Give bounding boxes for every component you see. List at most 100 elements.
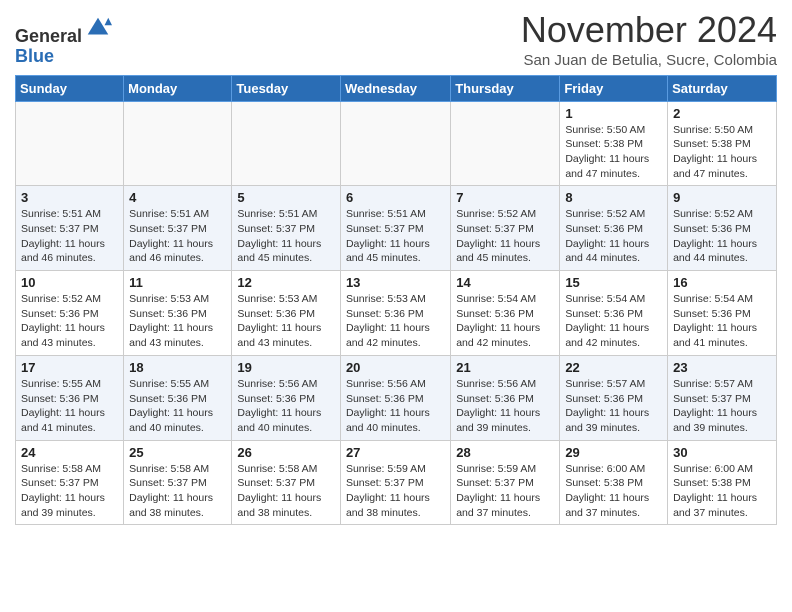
calendar-cell: 6 Sunrise: 5:51 AM Sunset: 5:37 PM Daylig… (340, 186, 450, 271)
day-info: Sunrise: 5:57 AM Sunset: 5:36 PM Dayligh… (565, 377, 662, 436)
calendar-cell: 29Sunrise: 6:00 AM Sunset: 5:38 PM Dayli… (560, 440, 668, 525)
page-header: General Blue November 2024 San Juan de B… (15, 10, 777, 69)
day-header-sunday: Sunday (16, 75, 124, 101)
day-info: Sunrise: 5:52 AM Sunset: 5:36 PM Dayligh… (565, 207, 662, 266)
day-number: 7 (456, 190, 554, 205)
logo: General Blue (15, 14, 112, 67)
calendar-cell: 7Sunrise: 5:52 AM Sunset: 5:37 PM Daylig… (451, 186, 560, 271)
day-number: 12 (237, 275, 335, 290)
day-number: 18 (129, 360, 226, 375)
calendar-cell: 30Sunrise: 6:00 AM Sunset: 5:38 PM Dayli… (668, 440, 777, 525)
calendar-cell (340, 101, 450, 186)
calendar-cell: 20 Sunrise: 5:56 AM Sunset: 5:36 PM Dayli… (340, 355, 450, 440)
calendar-cell: 23Sunrise: 5:57 AM Sunset: 5:37 PM Dayli… (668, 355, 777, 440)
day-info: Sunrise: 5:53 AM Sunset: 5:36 PM Dayligh… (346, 292, 445, 351)
day-info: Sunrise: 5:50 AM Sunset: 5:38 PM Dayligh… (673, 123, 771, 182)
day-info: Sunrise: 5:51 AM Sunset: 5:37 PM Dayligh… (129, 207, 226, 266)
day-info: Sunrise: 5:51 AM Sunset: 5:37 PM Dayligh… (346, 207, 445, 266)
calendar-cell: 12 Sunrise: 5:53 AM Sunset: 5:36 PM Dayli… (232, 271, 341, 356)
calendar-cell (451, 101, 560, 186)
day-info: Sunrise: 5:56 AM Sunset: 5:36 PM Dayligh… (456, 377, 554, 436)
week-row-1: 1Sunrise: 5:50 AM Sunset: 5:38 PM Daylig… (16, 101, 777, 186)
day-info: Sunrise: 5:54 AM Sunset: 5:36 PM Dayligh… (565, 292, 662, 351)
month-year-title: November 2024 (521, 10, 777, 50)
day-info: Sunrise: 5:53 AM Sunset: 5:36 PM Dayligh… (237, 292, 335, 351)
day-info: Sunrise: 5:58 AM Sunset: 5:37 PM Dayligh… (21, 462, 118, 521)
day-number: 17 (21, 360, 118, 375)
calendar-cell: 14 Sunrise: 5:54 AM Sunset: 5:36 PM Dayli… (451, 271, 560, 356)
day-number: 13 (346, 275, 445, 290)
day-number: 14 (456, 275, 554, 290)
calendar-cell: 22Sunrise: 5:57 AM Sunset: 5:36 PM Dayli… (560, 355, 668, 440)
day-info: Sunrise: 5:51 AM Sunset: 5:37 PM Dayligh… (21, 207, 118, 266)
week-row-5: 24Sunrise: 5:58 AM Sunset: 5:37 PM Dayli… (16, 440, 777, 525)
day-number: 2 (673, 106, 771, 121)
day-number: 20 (346, 360, 445, 375)
day-number: 8 (565, 190, 662, 205)
day-info: Sunrise: 5:54 AM Sunset: 5:36 PM Dayligh… (456, 292, 554, 351)
day-header-saturday: Saturday (668, 75, 777, 101)
calendar-cell: 24Sunrise: 5:58 AM Sunset: 5:37 PM Dayli… (16, 440, 124, 525)
week-row-4: 17 Sunrise: 5:55 AM Sunset: 5:36 PM Dayli… (16, 355, 777, 440)
calendar-body: 1Sunrise: 5:50 AM Sunset: 5:38 PM Daylig… (16, 101, 777, 525)
calendar-header: SundayMondayTuesdayWednesdayThursdayFrid… (16, 75, 777, 101)
calendar-cell: 19 Sunrise: 5:56 AM Sunset: 5:36 PM Dayli… (232, 355, 341, 440)
calendar-cell: 28 Sunrise: 5:59 AM Sunset: 5:37 PM Dayli… (451, 440, 560, 525)
day-number: 25 (129, 445, 226, 460)
day-info: Sunrise: 5:57 AM Sunset: 5:37 PM Dayligh… (673, 377, 771, 436)
day-header-thursday: Thursday (451, 75, 560, 101)
day-number: 3 (21, 190, 118, 205)
day-number: 27 (346, 445, 445, 460)
logo-blue: Blue (15, 46, 54, 66)
day-number: 21 (456, 360, 554, 375)
day-number: 19 (237, 360, 335, 375)
calendar-cell: 26 Sunrise: 5:58 AM Sunset: 5:37 PM Dayli… (232, 440, 341, 525)
calendar-cell: 10 Sunrise: 5:52 AM Sunset: 5:36 PM Dayli… (16, 271, 124, 356)
calendar-cell: 11Sunrise: 5:53 AM Sunset: 5:36 PM Dayli… (124, 271, 232, 356)
location-subtitle: San Juan de Betulia, Sucre, Colombia (521, 52, 777, 69)
day-header-monday: Monday (124, 75, 232, 101)
day-number: 4 (129, 190, 226, 205)
day-number: 26 (237, 445, 335, 460)
calendar-cell: 2 Sunrise: 5:50 AM Sunset: 5:38 PM Daylig… (668, 101, 777, 186)
day-number: 9 (673, 190, 771, 205)
week-row-2: 3 Sunrise: 5:51 AM Sunset: 5:37 PM Daylig… (16, 186, 777, 271)
day-header-tuesday: Tuesday (232, 75, 341, 101)
calendar-cell: 18 Sunrise: 5:55 AM Sunset: 5:36 PM Dayli… (124, 355, 232, 440)
calendar-cell: 8 Sunrise: 5:52 AM Sunset: 5:36 PM Daylig… (560, 186, 668, 271)
calendar-cell (16, 101, 124, 186)
day-number: 11 (129, 275, 226, 290)
day-info: Sunrise: 5:59 AM Sunset: 5:37 PM Dayligh… (456, 462, 554, 521)
day-number: 5 (237, 190, 335, 205)
calendar-cell: 15 Sunrise: 5:54 AM Sunset: 5:36 PM Dayli… (560, 271, 668, 356)
day-info: Sunrise: 5:52 AM Sunset: 5:36 PM Dayligh… (21, 292, 118, 351)
calendar-cell: 16 Sunrise: 5:54 AM Sunset: 5:36 PM Dayli… (668, 271, 777, 356)
day-info: Sunrise: 5:51 AM Sunset: 5:37 PM Dayligh… (237, 207, 335, 266)
week-row-3: 10 Sunrise: 5:52 AM Sunset: 5:36 PM Dayli… (16, 271, 777, 356)
day-info: Sunrise: 5:54 AM Sunset: 5:36 PM Dayligh… (673, 292, 771, 351)
day-number: 15 (565, 275, 662, 290)
calendar-cell: 5 Sunrise: 5:51 AM Sunset: 5:37 PM Daylig… (232, 186, 341, 271)
day-header-wednesday: Wednesday (340, 75, 450, 101)
day-number: 29 (565, 445, 662, 460)
day-number: 28 (456, 445, 554, 460)
calendar-cell: 1Sunrise: 5:50 AM Sunset: 5:38 PM Daylig… (560, 101, 668, 186)
calendar-cell (232, 101, 341, 186)
calendar-cell: 13 Sunrise: 5:53 AM Sunset: 5:36 PM Dayli… (340, 271, 450, 356)
day-info: Sunrise: 5:55 AM Sunset: 5:36 PM Dayligh… (129, 377, 226, 436)
day-info: Sunrise: 5:56 AM Sunset: 5:36 PM Dayligh… (346, 377, 445, 436)
day-number: 6 (346, 190, 445, 205)
day-info: Sunrise: 5:56 AM Sunset: 5:36 PM Dayligh… (237, 377, 335, 436)
day-info: Sunrise: 5:58 AM Sunset: 5:37 PM Dayligh… (237, 462, 335, 521)
calendar-cell (124, 101, 232, 186)
day-header-friday: Friday (560, 75, 668, 101)
calendar-cell: 9Sunrise: 5:52 AM Sunset: 5:36 PM Daylig… (668, 186, 777, 271)
calendar-cell: 4 Sunrise: 5:51 AM Sunset: 5:37 PM Daylig… (124, 186, 232, 271)
calendar-cell: 21 Sunrise: 5:56 AM Sunset: 5:36 PM Dayli… (451, 355, 560, 440)
day-number: 30 (673, 445, 771, 460)
logo-icon (84, 14, 112, 42)
day-info: Sunrise: 5:58 AM Sunset: 5:37 PM Dayligh… (129, 462, 226, 521)
day-number: 10 (21, 275, 118, 290)
title-block: November 2024 San Juan de Betulia, Sucre… (521, 10, 777, 69)
day-number: 16 (673, 275, 771, 290)
